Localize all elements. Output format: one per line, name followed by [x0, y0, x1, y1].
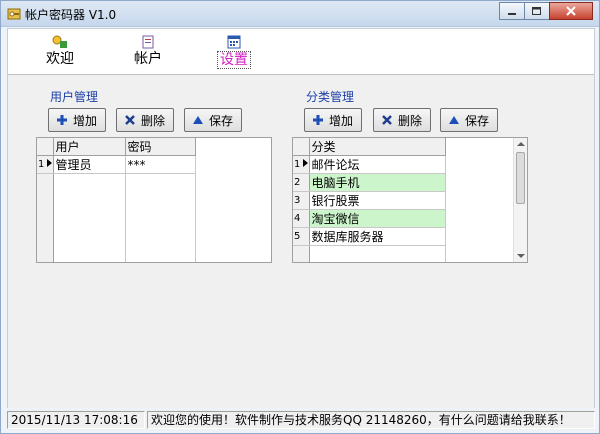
cell-category[interactable]: 淘宝微信 — [309, 209, 446, 228]
table-row — [293, 245, 446, 262]
window-title: 帐户密码器 V1.0 — [25, 8, 117, 22]
user-grid[interactable]: 用户 密码 1 管理员 *** — [36, 137, 272, 263]
user-save-label: 保存 — [208, 113, 233, 128]
app-window: 帐户密码器 V1.0 欢迎 帐户 设置 用户管理 增加 删除 保存 用户 密码 … — [0, 0, 600, 434]
tab-welcome[interactable]: 欢迎 — [32, 35, 88, 71]
category-save-label: 保存 — [464, 113, 489, 128]
cell-category[interactable]: 数据库服务器 — [309, 227, 446, 246]
app-key-icon — [7, 8, 21, 20]
column-header-category[interactable]: 分类 — [309, 138, 446, 156]
row-indicator: 1 — [293, 155, 310, 174]
cell-category[interactable]: 电脑手机 — [309, 173, 446, 192]
status-datetime: 2015/11/13 17:08:16 — [7, 411, 145, 429]
row-indicator: 1 — [37, 155, 54, 174]
tab-settings-label: 设置 — [217, 51, 251, 69]
close-button[interactable] — [549, 2, 593, 20]
settings-grid-icon — [227, 35, 241, 49]
user-add-button[interactable]: 增加 — [48, 108, 106, 132]
scroll-thumb[interactable] — [516, 152, 525, 204]
category-group-label: 分类管理 — [306, 90, 355, 104]
cell-user[interactable]: 管理员 — [53, 155, 126, 174]
user-delete-button[interactable]: 删除 — [116, 108, 174, 132]
column-header-user[interactable]: 用户 — [53, 138, 126, 156]
current-row-pointer-icon — [46, 159, 52, 167]
accounts-icon — [142, 35, 154, 49]
category-vertical-scrollbar[interactable] — [513, 138, 527, 262]
row-indicator-header — [293, 138, 310, 156]
title-bar[interactable]: 帐户密码器 V1.0 — [1, 1, 599, 27]
row-indicator: 4 — [293, 209, 310, 228]
save-triangle-icon — [192, 116, 203, 124]
table-row[interactable]: 1 邮件论坛 — [293, 155, 446, 174]
row-indicator: 2 — [293, 173, 310, 192]
save-triangle-icon — [448, 116, 459, 124]
column-header-password[interactable]: 密码 — [125, 138, 196, 156]
category-add-label: 增加 — [328, 113, 353, 128]
tab-settings[interactable]: 设置 — [206, 35, 262, 71]
plus-icon — [56, 115, 67, 125]
empty-cell — [309, 245, 446, 262]
category-save-button[interactable]: 保存 — [440, 108, 498, 132]
welcome-icon — [52, 35, 67, 48]
category-delete-label: 删除 — [397, 113, 422, 128]
tab-strip: 欢迎 帐户 设置 — [8, 29, 594, 73]
table-row[interactable]: 5 数据库服务器 — [293, 227, 446, 246]
plus-icon — [312, 115, 323, 125]
table-row[interactable]: 2 电脑手机 — [293, 173, 446, 192]
user-table: 用户 密码 1 管理员 *** — [37, 138, 196, 262]
delete-x-icon — [382, 115, 392, 125]
main-content: 欢迎 帐户 设置 用户管理 增加 删除 保存 用户 密码 1 管理员 *** 分… — [7, 28, 595, 408]
empty-cell — [53, 173, 126, 262]
window-controls — [499, 2, 593, 20]
row-indicator: 3 — [293, 191, 310, 210]
category-header-row: 分类 — [293, 138, 446, 156]
user-save-button[interactable]: 保存 — [184, 108, 242, 132]
user-add-label: 增加 — [72, 113, 97, 128]
table-row[interactable]: 4 淘宝微信 — [293, 209, 446, 228]
row-indicator: 5 — [293, 227, 310, 246]
category-add-button[interactable]: 增加 — [304, 108, 362, 132]
status-bar: 2015/11/13 17:08:16 欢迎您的使用！软件制作与技术服务QQ 2… — [7, 410, 595, 430]
tab-welcome-label: 欢迎 — [46, 51, 74, 67]
cell-password[interactable]: *** — [125, 155, 196, 174]
current-row-pointer-icon — [302, 159, 308, 167]
empty-cell — [125, 173, 196, 262]
minimize-icon — [507, 12, 516, 15]
maximize-button[interactable] — [524, 2, 550, 20]
category-delete-button[interactable]: 删除 — [373, 108, 431, 132]
cell-category[interactable]: 邮件论坛 — [309, 155, 446, 174]
delete-x-icon — [125, 115, 135, 125]
status-message: 欢迎您的使用！软件制作与技术服务QQ 21148260，有什么问题请给我联系！ — [147, 411, 595, 429]
row-indicator — [37, 173, 54, 262]
category-grid[interactable]: 分类 1 邮件论坛 2 电脑手机 3 银行股票 4 淘宝微信 5 数据库服务器 — [292, 137, 528, 263]
row-indicator-header — [37, 138, 54, 156]
tab-accounts[interactable]: 帐户 — [120, 35, 176, 71]
user-delete-label: 删除 — [140, 113, 165, 128]
maximize-icon — [532, 6, 541, 15]
user-group-label: 用户管理 — [50, 90, 99, 104]
user-header-row: 用户 密码 — [37, 138, 196, 156]
settings-panel: 用户管理 增加 删除 保存 用户 密码 1 管理员 *** 分类管理 增加 删除… — [8, 74, 594, 408]
cell-category[interactable]: 银行股票 — [309, 191, 446, 210]
close-icon — [566, 6, 576, 16]
scroll-down-arrow-icon[interactable] — [517, 254, 525, 258]
row-indicator — [293, 245, 310, 262]
tab-accounts-label: 帐户 — [134, 51, 162, 67]
table-row[interactable]: 3 银行股票 — [293, 191, 446, 210]
table-row — [37, 173, 196, 262]
table-row[interactable]: 1 管理员 *** — [37, 155, 196, 174]
category-table: 分类 1 邮件论坛 2 电脑手机 3 银行股票 4 淘宝微信 5 数据库服务器 — [293, 138, 446, 262]
scroll-up-arrow-icon[interactable] — [517, 142, 525, 146]
minimize-button[interactable] — [499, 2, 525, 20]
